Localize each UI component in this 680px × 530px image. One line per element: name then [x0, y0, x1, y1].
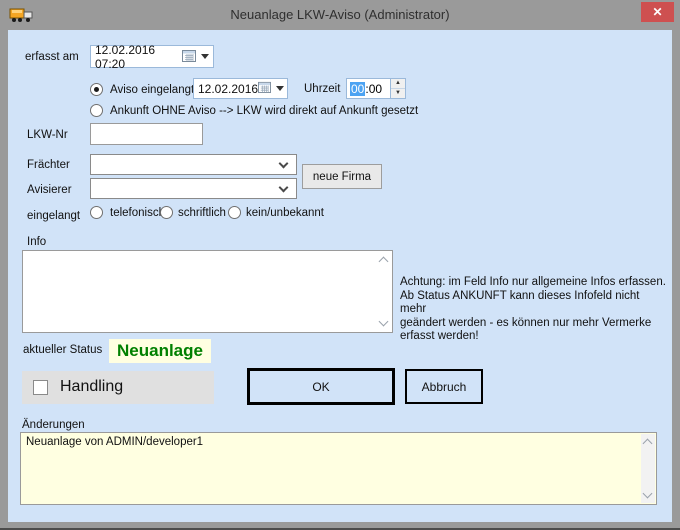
calendar-icon	[258, 81, 271, 96]
handling-label: Handling	[60, 378, 123, 396]
eingelangt-kein-unbekannt-label: kein/unbekannt	[246, 207, 324, 219]
lkw-nr-input[interactable]	[90, 123, 203, 145]
aviso-date-picker[interactable]: 12.02.2016	[193, 78, 288, 99]
aviso-eingelangt-label: Aviso eingelangt	[110, 84, 194, 96]
eingelangt-kein-unbekannt-radio[interactable]	[228, 206, 241, 219]
uhrzeit-spinner[interactable]: 00:00 ▲ ▼	[346, 78, 406, 99]
aenderungen-textarea[interactable]: Neuanlage von ADMIN/developer1	[20, 432, 657, 505]
info-textarea[interactable]	[22, 250, 393, 333]
aviso-date-value: 12.02.2016	[198, 82, 258, 96]
uhrzeit-minutes: :00	[365, 82, 382, 96]
eingelangt-telefonisch-label: telefonisch	[110, 207, 165, 219]
spin-up-icon[interactable]: ▲	[391, 79, 405, 89]
close-button[interactable]: ✕	[641, 2, 674, 22]
uhrzeit-hours-selected: 00	[350, 82, 365, 96]
dropdown-arrow-icon[interactable]	[276, 86, 284, 91]
spinner-buttons: ▲ ▼	[390, 79, 405, 98]
aenderungen-scrollbar[interactable]	[641, 434, 655, 503]
dropdown-arrow-icon[interactable]	[201, 54, 209, 59]
window-title: Neuanlage LKW-Aviso (Administrator)	[0, 7, 680, 22]
dialog-content: erfasst am 12.02.2016 07:20 Aviso eingel…	[8, 30, 672, 522]
scroll-down-icon[interactable]	[379, 317, 389, 327]
abbruch-button[interactable]: Abbruch	[405, 369, 483, 404]
eingelangt-schriftlich-radio[interactable]	[160, 206, 173, 219]
chevron-down-icon	[279, 159, 289, 169]
eingelangt-telefonisch-radio[interactable]	[90, 206, 103, 219]
handling-checkbox[interactable]	[33, 380, 48, 395]
erfasst-am-datetime-picker[interactable]: 12.02.2016 07:20	[90, 45, 214, 68]
scroll-down-icon[interactable]	[643, 489, 653, 499]
neue-firma-button[interactable]: neue Firma	[302, 164, 382, 189]
titlebar[interactable]: Neuanlage LKW-Aviso (Administrator) ✕	[0, 0, 680, 30]
chevron-down-icon	[279, 183, 289, 193]
dialog-window: Neuanlage LKW-Aviso (Administrator) ✕ er…	[0, 0, 680, 530]
scroll-up-icon[interactable]	[643, 439, 653, 449]
aenderungen-value: Neuanlage von ADMIN/developer1	[26, 436, 203, 448]
erfasst-am-value: 12.02.2016 07:20	[95, 43, 182, 71]
scroll-up-icon[interactable]	[379, 257, 389, 267]
aviso-eingelangt-radio[interactable]	[90, 83, 103, 96]
close-icon: ✕	[652, 5, 662, 19]
spin-down-icon[interactable]: ▼	[391, 89, 405, 98]
fraechter-label: Frächter	[27, 159, 70, 171]
aktueller-status-label: aktueller Status	[23, 344, 102, 356]
aenderungen-label: Änderungen	[22, 419, 85, 431]
ok-button[interactable]: OK	[247, 368, 395, 405]
info-label: Info	[27, 236, 46, 248]
fraechter-combobox[interactable]	[90, 154, 297, 175]
lkw-nr-label: LKW-Nr	[27, 129, 68, 141]
avisierer-combobox[interactable]	[90, 178, 297, 199]
info-scrollbar[interactable]	[377, 252, 391, 331]
eingelangt-label: eingelangt	[27, 210, 80, 222]
calendar-icon	[182, 49, 196, 65]
ankunft-ohne-aviso-label: Ankunft OHNE Aviso --> LKW wird direkt a…	[110, 105, 418, 117]
status-badge: Neuanlage	[109, 339, 211, 363]
eingelangt-schriftlich-label: schriftlich	[178, 207, 226, 219]
uhrzeit-label: Uhrzeit	[304, 83, 340, 95]
info-warning-text: Achtung: im Feld Info nur allgemeine Inf…	[400, 276, 666, 344]
ankunft-ohne-aviso-radio[interactable]	[90, 104, 103, 117]
erfasst-am-label: erfasst am	[25, 51, 79, 63]
uhrzeit-value: 00:00	[347, 79, 390, 98]
avisierer-label: Avisierer	[27, 184, 72, 196]
